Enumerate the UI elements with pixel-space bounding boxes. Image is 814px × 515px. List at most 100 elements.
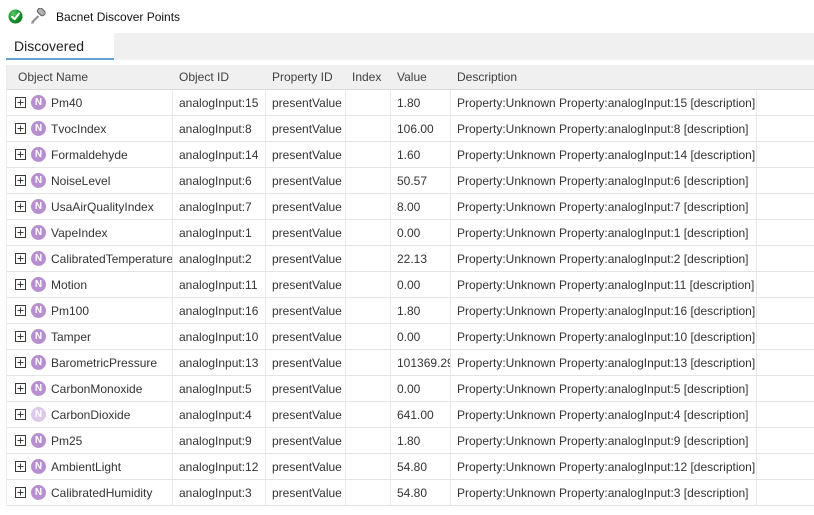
- description-cell: Property:Unknown Property:analogInput:13…: [451, 350, 757, 375]
- property-id-cell: presentValue: [266, 402, 346, 427]
- numeric-point-icon: N: [31, 251, 46, 266]
- numeric-point-icon: N: [31, 355, 46, 370]
- column-header-value[interactable]: Value: [391, 65, 451, 89]
- value-cell: 54.80: [391, 454, 451, 479]
- object-id-cell: analogInput:8: [173, 116, 266, 141]
- row-filler: [757, 480, 814, 505]
- index-cell: [346, 90, 391, 115]
- expand-icon[interactable]: [15, 331, 26, 342]
- object-id-cell: analogInput:16: [173, 298, 266, 323]
- table-row[interactable]: N AmbientLight analogInput:12 presentVal…: [7, 454, 814, 480]
- object-name: AmbientLight: [51, 460, 121, 474]
- column-header-description[interactable]: Description: [451, 65, 757, 89]
- object-id-cell: analogInput:14: [173, 142, 266, 167]
- table-row[interactable]: N Pm40 analogInput:15 presentValue 1.80 …: [7, 90, 814, 116]
- property-id-cell: presentValue: [266, 168, 346, 193]
- numeric-point-icon: N: [31, 121, 46, 136]
- value-cell: 101369.29: [391, 350, 451, 375]
- table-row[interactable]: N Pm25 analogInput:9 presentValue 1.80 P…: [7, 428, 814, 454]
- row-filler: [757, 350, 814, 375]
- object-id-cell: analogInput:5: [173, 376, 266, 401]
- object-id-cell: analogInput:11: [173, 272, 266, 297]
- value-cell: 0.00: [391, 324, 451, 349]
- table-row[interactable]: N CarbonMonoxide analogInput:5 presentVa…: [7, 376, 814, 402]
- description-cell: Property:Unknown Property:analogInput:8 …: [451, 116, 757, 141]
- table-row[interactable]: N Formaldehyde analogInput:14 presentVal…: [7, 142, 814, 168]
- column-header-object-id[interactable]: Object ID: [173, 65, 266, 89]
- numeric-point-icon: N: [31, 277, 46, 292]
- numeric-point-icon: N: [31, 407, 46, 422]
- numeric-point-icon: N: [31, 199, 46, 214]
- property-id-cell: presentValue: [266, 272, 346, 297]
- tab-discovered[interactable]: Discovered: [6, 33, 114, 60]
- row-filler: [757, 428, 814, 453]
- index-cell: [346, 246, 391, 271]
- expand-icon[interactable]: [15, 357, 26, 368]
- column-header-object-name[interactable]: Object Name: [7, 65, 173, 89]
- table-row[interactable]: N BarometricPressure analogInput:13 pres…: [7, 350, 814, 376]
- object-id-cell: analogInput:2: [173, 246, 266, 271]
- numeric-point-icon: N: [31, 147, 46, 162]
- description-cell: Property:Unknown Property:analogInput:1 …: [451, 220, 757, 245]
- table-row[interactable]: N VapeIndex analogInput:1 presentValue 0…: [7, 220, 814, 246]
- description-cell: Property:Unknown Property:analogInput:7 …: [451, 194, 757, 219]
- expand-icon[interactable]: [15, 97, 26, 108]
- expand-icon[interactable]: [15, 175, 26, 186]
- value-cell: 0.00: [391, 376, 451, 401]
- table-row[interactable]: N Pm100 analogInput:16 presentValue 1.80…: [7, 298, 814, 324]
- expand-icon[interactable]: [15, 305, 26, 316]
- expand-icon[interactable]: [15, 227, 26, 238]
- description-cell: Property:Unknown Property:analogInput:9 …: [451, 428, 757, 453]
- expand-icon[interactable]: [15, 487, 26, 498]
- column-header-property-id[interactable]: Property ID: [266, 65, 346, 89]
- row-filler: [757, 298, 814, 323]
- column-header-index[interactable]: Index: [346, 65, 391, 89]
- description-cell: Property:Unknown Property:analogInput:15…: [451, 90, 757, 115]
- expand-icon[interactable]: [15, 201, 26, 212]
- row-filler: [757, 220, 814, 245]
- object-id-cell: analogInput:4: [173, 402, 266, 427]
- description-cell: Property:Unknown Property:analogInput:10…: [451, 324, 757, 349]
- view-title-bar: Bacnet Discover Points: [0, 0, 814, 33]
- expand-icon[interactable]: [15, 253, 26, 264]
- object-id-cell: analogInput:6: [173, 168, 266, 193]
- table-row[interactable]: N UsaAirQualityIndex analogInput:7 prese…: [7, 194, 814, 220]
- table-row[interactable]: N Tamper analogInput:10 presentValue 0.0…: [7, 324, 814, 350]
- row-filler: [757, 454, 814, 479]
- index-cell: [346, 272, 391, 297]
- object-name: CalibratedHumidity: [51, 486, 152, 500]
- expand-icon[interactable]: [15, 123, 26, 134]
- expand-icon[interactable]: [15, 149, 26, 160]
- property-id-cell: presentValue: [266, 246, 346, 271]
- index-cell: [346, 454, 391, 479]
- table-row[interactable]: N TvocIndex analogInput:8 presentValue 1…: [7, 116, 814, 142]
- table-row[interactable]: N CalibratedHumidity analogInput:3 prese…: [7, 480, 814, 506]
- table-header-row: Object Name Object ID Property ID Index …: [7, 65, 814, 90]
- tab-bar: Discovered: [6, 33, 814, 60]
- table-row[interactable]: N CarbonDioxide analogInput:4 presentVal…: [7, 402, 814, 428]
- expand-icon[interactable]: [15, 409, 26, 420]
- value-cell: 641.00: [391, 402, 451, 427]
- property-id-cell: presentValue: [266, 116, 346, 141]
- object-name: BarometricPressure: [51, 356, 157, 370]
- table-row[interactable]: N NoiseLevel analogInput:6 presentValue …: [7, 168, 814, 194]
- expand-icon[interactable]: [15, 383, 26, 394]
- expand-icon[interactable]: [15, 435, 26, 446]
- object-name-cell: N Pm40: [7, 90, 173, 115]
- value-cell: 1.60: [391, 142, 451, 167]
- row-filler: [757, 272, 814, 297]
- index-cell: [346, 480, 391, 505]
- table-row[interactable]: N CalibratedTemperature analogInput:2 pr…: [7, 246, 814, 272]
- description-cell: Property:Unknown Property:analogInput:14…: [451, 142, 757, 167]
- object-name: Pm100: [51, 304, 89, 318]
- expand-icon[interactable]: [15, 279, 26, 290]
- expand-icon[interactable]: [15, 461, 26, 472]
- value-cell: 54.80: [391, 480, 451, 505]
- object-id-cell: analogInput:7: [173, 194, 266, 219]
- table-row[interactable]: N Motion analogInput:11 presentValue 0.0…: [7, 272, 814, 298]
- row-filler: [757, 402, 814, 427]
- row-filler: [757, 246, 814, 271]
- object-name: Motion: [51, 278, 87, 292]
- numeric-point-icon: N: [31, 95, 46, 110]
- numeric-point-icon: N: [31, 225, 46, 240]
